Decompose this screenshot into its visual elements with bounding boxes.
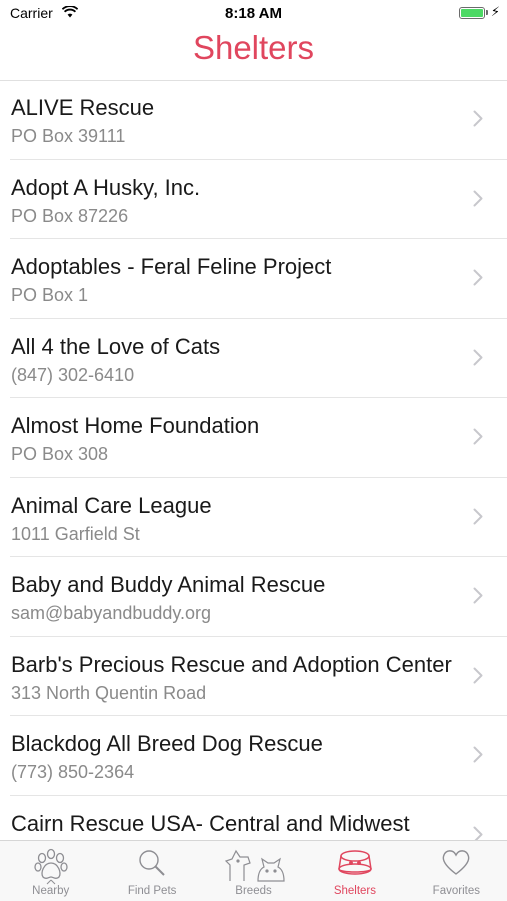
dog-cat-icon — [224, 849, 285, 882]
shelter-name: Adopt A Husky, Inc. — [11, 174, 201, 200]
tab-shelters[interactable]: Shelters — [304, 841, 405, 901]
charging-bolt-icon: ⚡ — [490, 4, 500, 19]
chevron-right-icon — [473, 428, 483, 445]
tab-label-breeds: Breeds — [235, 885, 272, 897]
shelter-detail: sam@babyandbuddy.org — [11, 603, 212, 623]
shelter-name: All 4 the Love of Cats — [11, 333, 221, 359]
shelter-name: Blackdog All Breed Dog Rescue — [11, 731, 323, 756]
tab-breeds[interactable]: Breeds — [203, 841, 304, 901]
shelter-row[interactable]: Almost Home Foundation PO Box 308 — [0, 398, 507, 478]
shelter-name: ALIVE Rescue — [11, 95, 155, 120]
shelter-detail: 1011 Garfield St — [11, 523, 140, 544]
chevron-right-icon — [473, 746, 483, 763]
tab-nearby[interactable]: Nearby — [0, 841, 101, 901]
shelter-detail: 313 North Quentin Road — [11, 682, 207, 703]
chevron-right-icon — [473, 587, 483, 604]
tab-label-nearby: Nearby — [32, 885, 70, 897]
chevron-right-icon — [473, 110, 483, 127]
shelter-detail: PO Box 87226 — [11, 205, 129, 226]
navigation-bar: Shelters — [0, 28, 507, 81]
shelter-row[interactable]: ALIVE Rescue PO Box 39111 — [0, 80, 507, 160]
shelter-row[interactable]: Barb's Precious Rescue and Adoption Cent… — [0, 637, 507, 716]
tab-favorites[interactable]: Favorites — [406, 841, 507, 901]
chevron-right-icon — [473, 826, 483, 840]
shelter-detail: (847) 302-6410 — [11, 364, 135, 385]
status-bar: Carrier 8:18 AM ⚡ — [0, 0, 507, 28]
page-title: Shelters — [192, 29, 315, 66]
shelter-detail: PO Box 39111 — [11, 126, 126, 146]
shelter-row[interactable]: Blackdog All Breed Dog Rescue (773) 850-… — [0, 716, 507, 796]
heart-icon — [442, 850, 470, 875]
tab-label-shelters: Shelters — [333, 885, 377, 897]
clock: 8:18 AM — [225, 5, 282, 22]
chevron-right-icon — [473, 190, 483, 206]
shelter-row[interactable]: Adopt A Husky, Inc. PO Box 87226 — [0, 160, 507, 239]
tab-bar: Nearby Find Pets Breeds Shelters Favorit… — [0, 840, 507, 901]
battery-icon — [459, 7, 485, 19]
shelter-row[interactable]: Cairn Rescue USA- Central and Midwest — [0, 796, 507, 840]
shelter-detail: PO Box 308 — [11, 444, 109, 464]
tab-find-pets[interactable]: Find Pets — [101, 841, 202, 901]
chevron-right-icon — [473, 269, 483, 286]
shelter-row[interactable]: Animal Care League 1011 Garfield St — [0, 478, 507, 557]
shelter-row[interactable]: Baby and Buddy Animal Rescue sam@babyand… — [0, 557, 507, 637]
chevron-right-icon — [473, 508, 483, 524]
magnifier-icon — [139, 850, 165, 876]
shelter-row[interactable]: All 4 the Love of Cats (847) 302-6410 — [0, 319, 507, 398]
battery-cap — [486, 10, 488, 15]
shelter-detail: (773) 850-2364 — [11, 762, 135, 782]
shelter-name: Adoptables - Feral Feline Project — [11, 254, 332, 279]
chevron-right-icon — [473, 349, 483, 365]
shelter-name: Almost Home Foundation — [11, 413, 260, 438]
shelter-name: Baby and Buddy Animal Rescue — [11, 572, 326, 597]
tab-label-favorites: Favorites — [432, 885, 480, 897]
shelter-name: Animal Care League — [11, 492, 212, 518]
shelter-name: Cairn Rescue USA- Central and Midwest — [11, 810, 410, 836]
shelter-list[interactable]: ALIVE Rescue PO Box 39111 Adopt A Husky,… — [0, 80, 507, 840]
shelter-detail: PO Box 1 — [11, 285, 89, 305]
shelter-row[interactable]: Adoptables - Feral Feline Project PO Box… — [0, 239, 507, 319]
paw-icon — [34, 848, 68, 885]
tab-label-find-pets: Find Pets — [127, 885, 177, 897]
chevron-right-icon — [473, 667, 483, 683]
pet-bowl-icon — [338, 850, 372, 875]
shelter-name: Barb's Precious Rescue and Adoption Cent… — [11, 651, 452, 677]
